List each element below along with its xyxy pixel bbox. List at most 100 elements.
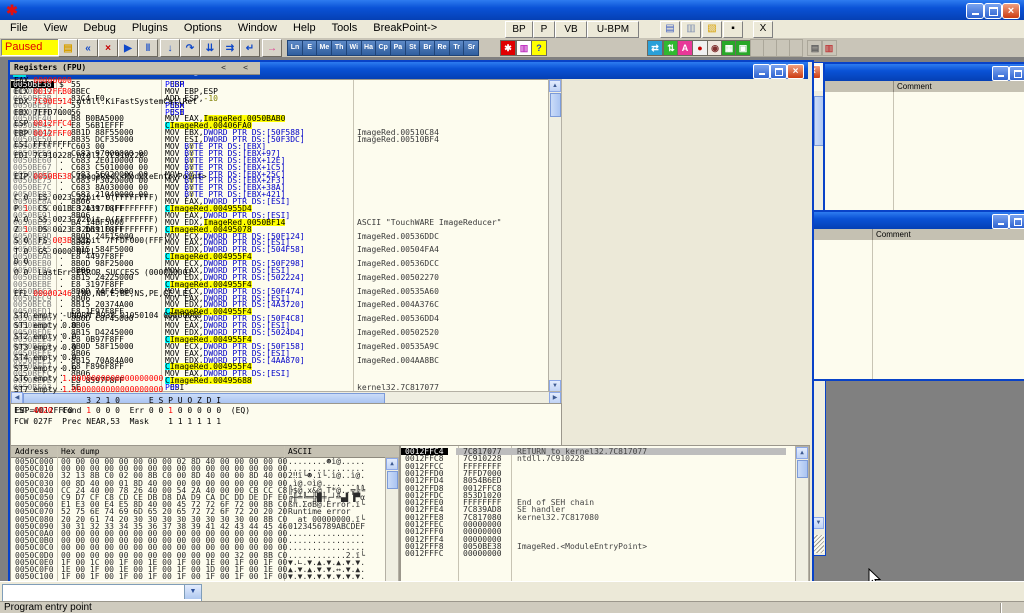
run-icon[interactable]: ▶ — [118, 39, 138, 57]
register-line[interactable]: ESP 0012FFC4 — [14, 119, 254, 130]
register-line[interactable]: EDX 7C90E514 ntdll.KiFastSystemCallRet — [14, 97, 254, 108]
stack-row[interactable]: 0012FFD80012FFC8 — [401, 485, 795, 492]
letter-button-ha[interactable]: Ha — [361, 40, 377, 56]
document-icon[interactable]: ▥ — [681, 21, 701, 38]
maximize-button[interactable] — [984, 3, 1002, 19]
chevron-down-icon[interactable]: ▼ — [184, 585, 201, 599]
plugin-button-vb[interactable]: VB — [555, 21, 587, 38]
stack-row[interactable]: 0012FFD07FFD7000 — [401, 470, 795, 477]
register-line[interactable]: Z 1 DS 0023 32bit 0(FFFFFFFF) — [14, 225, 254, 236]
stack-row[interactable]: 0012FFC47C817077RETURN to kernel32.7C817… — [401, 448, 795, 455]
stack-row[interactable]: 0012FFD48054B6ED — [401, 477, 795, 484]
menu-item-debug[interactable]: Debug — [75, 20, 123, 38]
stack-row[interactable]: 0012FFF80050BE38ImageRed.<ModuleEntryPoi… — [401, 543, 795, 550]
scroll-up-icon[interactable]: ▲ — [796, 447, 808, 459]
letter-button-tr[interactable]: Tr — [449, 40, 465, 56]
blank-toolbar-button[interactable] — [750, 39, 764, 57]
blank-toolbar-button[interactable] — [789, 39, 803, 57]
register-line[interactable]: ST3 empty 0.0 — [14, 343, 254, 354]
register-line[interactable]: O 0 LastErr ERROR_SUCCESS (00000000) — [14, 268, 254, 279]
register-line[interactable]: EBX 7FFD7000 — [14, 108, 254, 119]
scroll-up-icon[interactable]: ▲ — [386, 458, 398, 470]
letter-button-br[interactable]: Br — [419, 40, 435, 56]
title-bar[interactable]: ✱ × — [0, 0, 1024, 20]
letter-button-pa[interactable]: Pa — [390, 40, 406, 56]
letter-button-e[interactable]: E — [302, 40, 318, 56]
pause-icon[interactable]: ‖ — [138, 39, 158, 57]
menu-item-tools[interactable]: Tools — [324, 20, 366, 38]
minimize-button[interactable] — [966, 3, 984, 19]
restart-icon[interactable]: « — [78, 39, 98, 57]
stack-row[interactable]: 0012FFDC853D1020 — [401, 492, 795, 499]
folder-icon[interactable]: ▧ — [702, 21, 722, 38]
dump-scrollbar[interactable]: ▲ — [385, 457, 399, 581]
comment-window-top[interactable]: × Comment ▲ ▼ — [823, 62, 1024, 212]
pane-forward-icon[interactable]: < — [243, 62, 248, 74]
minimize-button[interactable] — [992, 66, 1009, 81]
animate-over-icon[interactable]: ⇉ — [220, 39, 240, 57]
stack-row[interactable]: 0012FFEC00000000 — [401, 521, 795, 528]
register-line[interactable]: ECX 0012FFB0 — [14, 87, 254, 98]
comment-window-body[interactable]: ▲ ▼ — [825, 92, 1024, 210]
command-input[interactable] — [4, 586, 186, 600]
command-combobox[interactable]: ▼ — [2, 584, 202, 602]
step-over-icon[interactable]: ↷ — [180, 39, 200, 57]
appearance-icon[interactable]: ▥ — [516, 40, 532, 56]
plugin-close-button[interactable]: X — [753, 21, 773, 38]
register-line[interactable]: ST0 empty -UNORM B938 01050104 00000000 — [14, 311, 254, 322]
swap-panes-icon[interactable]: ⇄ — [647, 40, 663, 56]
breakpoint-ball-icon[interactable]: ● — [692, 40, 708, 56]
step-into-icon[interactable]: ↓ — [160, 39, 180, 57]
letter-button-st[interactable]: St — [405, 40, 421, 56]
disasm-vscrollbar[interactable]: ▲ ▼ — [548, 79, 562, 393]
close-button[interactable]: × — [787, 64, 804, 79]
execute-till-return-icon[interactable]: ↵ — [240, 39, 260, 57]
goto-icon[interactable]: → — [262, 39, 282, 57]
open-file-icon[interactable]: ▤ — [58, 39, 78, 57]
comment-window-title-bar[interactable]: × — [812, 212, 1024, 229]
options-gear-icon[interactable]: ✱ — [500, 40, 516, 56]
register-line[interactable]: FCW 027F Prec NEAR,53 Mask 1 1 1 1 1 1 — [14, 417, 254, 428]
letter-button-me[interactable]: Me — [316, 40, 332, 56]
close-button[interactable]: × — [1002, 3, 1020, 19]
letter-button-ln[interactable]: Ln — [287, 40, 303, 56]
blank-toolbar-button[interactable] — [763, 39, 777, 57]
letter-button-wi[interactable]: Wi — [346, 40, 362, 56]
menu-item-breakpoint[interactable]: BreakPoint-> — [365, 20, 445, 38]
register-line[interactable]: EIP 0050BE38 ImageRed.<ModuleEntryPoint> — [14, 172, 254, 183]
register-line[interactable]: EFL 00000246 (NO,NB,E,BE,NS,PE,GE,LE) — [14, 289, 254, 300]
register-line[interactable]: FST 4020 Cond 1 0 0 0 Err 0 0 1 0 0 0 0 … — [14, 406, 254, 417]
register-line[interactable]: T 0 GS 0000 NULL — [14, 247, 254, 258]
register-line[interactable]: A 0 SS 0023 32bit 0(FFFFFFFF) — [14, 215, 254, 226]
comment-window-bottom[interactable]: × Comment ▲ ▼ — [810, 210, 1024, 381]
scroll-down-icon[interactable]: ▼ — [813, 517, 824, 529]
close-program-icon[interactable]: × — [98, 39, 118, 57]
register-line[interactable]: ST6 empty 1.0000000000000000000 — [14, 374, 254, 385]
help-icon[interactable]: ? — [531, 40, 547, 56]
register-line[interactable]: C 0 ES 0023 32bit 0(FFFFFFFF) — [14, 193, 254, 204]
register-line[interactable]: 3 2 1 0 E S P U O Z D I — [14, 396, 254, 407]
animate-into-icon[interactable]: ⇊ — [200, 39, 220, 57]
console-icon[interactable]: ▪ — [723, 21, 743, 38]
minimize-button[interactable] — [992, 214, 1009, 229]
stack-row[interactable]: 0012FFE0FFFFFFFFEnd of SEH chain — [401, 499, 795, 506]
scroll-up-icon[interactable]: ▲ — [549, 80, 561, 92]
comment-window-title-bar[interactable]: × — [825, 64, 1024, 81]
dump-pane[interactable]: Address Hex dump ASCII 0050C00000 00 00 … — [10, 445, 400, 581]
register-line[interactable]: ST2 empty 0.0 — [14, 332, 254, 343]
plugin-button-bp[interactable]: BP — [505, 21, 533, 38]
plugin-button-p[interactable]: P — [533, 21, 555, 38]
letter-button-th[interactable]: Th — [331, 40, 347, 56]
register-line[interactable]: P 1 CS 001B 32bit 0(FFFFFFFF) — [14, 204, 254, 215]
run-trace-icon[interactable]: ▣ — [735, 40, 751, 56]
register-line[interactable]: ST7 empty 1.0000000000000000000 — [14, 385, 254, 396]
register-line[interactable]: D 0 — [14, 257, 254, 268]
letter-button-re[interactable]: Re — [434, 40, 450, 56]
register-line[interactable]: S 0 FS 003B 32bit 7FFDF000(FFF) — [14, 236, 254, 247]
maximize-button[interactable] — [770, 64, 787, 79]
notes-list-icon[interactable]: ▥ — [821, 40, 837, 56]
letter-button-sr[interactable]: Sr — [463, 40, 479, 56]
stack-row[interactable]: 0012FFE87C817080kernel32.7C817080 — [401, 514, 795, 521]
register-line[interactable]: ST4 empty 0.0 — [14, 353, 254, 364]
maximize-button[interactable] — [1009, 214, 1024, 229]
